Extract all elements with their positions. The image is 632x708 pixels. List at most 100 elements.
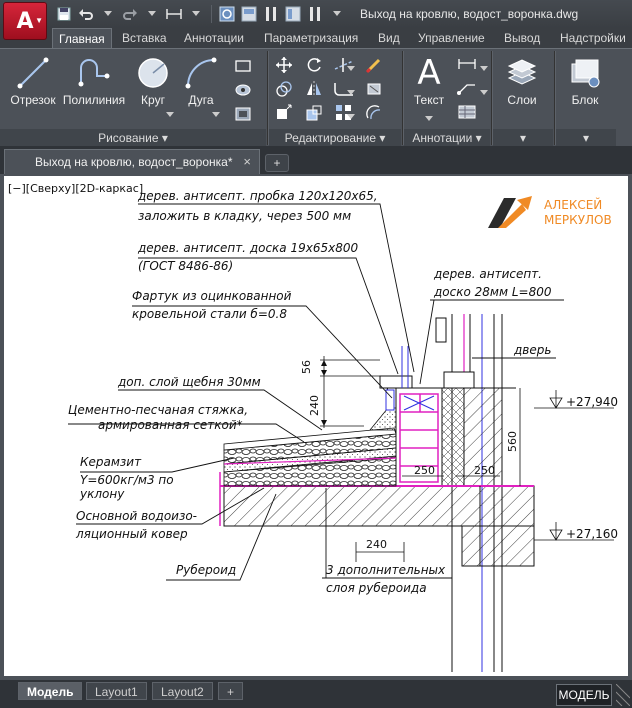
add-layout-button[interactable]: + bbox=[218, 682, 244, 700]
explode-icon[interactable] bbox=[359, 77, 389, 101]
modify-tools bbox=[269, 53, 389, 125]
pause-icon[interactable] bbox=[261, 4, 281, 24]
separator bbox=[491, 51, 492, 145]
separator bbox=[267, 51, 268, 145]
chevron-down-icon[interactable] bbox=[327, 4, 347, 24]
tab-parametric[interactable]: Параметризация bbox=[258, 28, 364, 48]
block-panel: Блок ▾ bbox=[556, 49, 616, 147]
note-door: дверь bbox=[513, 343, 551, 357]
level-lower: +27,160 bbox=[566, 527, 618, 541]
erase-icon[interactable] bbox=[359, 53, 389, 77]
note-plug-line2: заложить в кладку, через 500 мм bbox=[138, 209, 351, 223]
tab-home[interactable]: Главная bbox=[52, 28, 112, 48]
new-tab-button[interactable]: + bbox=[265, 154, 289, 172]
level-upper: +27,940 bbox=[566, 395, 618, 409]
ribbon-panel: Отрезок Полилиния Круг Дуга Рисование ▾ bbox=[0, 48, 632, 147]
dim-560: 560 bbox=[506, 431, 519, 452]
note-extra-layers-line1: 3 дополнительных bbox=[326, 563, 446, 577]
polyline-tool[interactable]: Полилиния bbox=[62, 53, 126, 107]
chevron-down-icon[interactable] bbox=[347, 59, 355, 77]
title-bar: A ▼ Выход на кровлю, водост_воронка.dwg bbox=[0, 0, 632, 40]
pause-icon[interactable] bbox=[305, 4, 325, 24]
dim-240-horizontal: 240 bbox=[366, 538, 387, 551]
layout-icon[interactable] bbox=[239, 4, 259, 24]
note-density-line1: Y=600кг/м3 по bbox=[80, 473, 174, 487]
stretch-icon[interactable] bbox=[269, 101, 299, 125]
tab-output[interactable]: Вывод bbox=[498, 28, 546, 48]
polyline-tool-label: Полилиния bbox=[62, 93, 126, 107]
note-apron-line2: кровельной стали б=0.8 bbox=[132, 307, 287, 321]
annotation-panel-title[interactable]: Аннотации ▾ bbox=[404, 129, 490, 147]
layers-tool[interactable]: Слои bbox=[493, 53, 551, 107]
tab-layout1[interactable]: Layout1 bbox=[86, 682, 147, 700]
tab-addins[interactable]: Надстройки bbox=[554, 28, 632, 48]
copy-icon[interactable] bbox=[269, 77, 299, 101]
rectangle-icon[interactable] bbox=[228, 55, 258, 77]
tab-layout2[interactable]: Layout2 bbox=[152, 682, 213, 700]
chevron-down-icon[interactable] bbox=[347, 107, 355, 125]
model-space-toggle[interactable]: МОДЕЛЬ bbox=[556, 684, 612, 706]
note-waterproof-line2: ляционный ковер bbox=[75, 527, 188, 541]
chevron-down-icon[interactable] bbox=[425, 111, 433, 125]
text-icon: A bbox=[417, 53, 441, 93]
tab-manage[interactable]: Управление bbox=[412, 28, 491, 48]
undo-icon[interactable] bbox=[76, 4, 96, 24]
note-apron-line1: Фартук из оцинкованной bbox=[132, 289, 292, 303]
text-tool[interactable]: A Текст bbox=[404, 53, 454, 121]
drawing-canvas[interactable]: [−][Сверху][2D-каркас] АЛЕКСЕЙ МЕРКУЛОВ … bbox=[0, 174, 632, 680]
layers-tool-label: Слои bbox=[507, 93, 537, 107]
line-icon bbox=[4, 53, 62, 93]
note-waterproof-line1: Основной водоизо- bbox=[76, 509, 197, 523]
move-icon[interactable] bbox=[269, 53, 299, 77]
line-tool[interactable]: Отрезок bbox=[4, 53, 62, 107]
table-icon[interactable] bbox=[454, 101, 480, 123]
chevron-down-icon[interactable] bbox=[212, 107, 220, 121]
tab-annotate[interactable]: Аннотации bbox=[178, 28, 250, 48]
application-menu-button[interactable]: A ▼ bbox=[3, 2, 47, 40]
document-tab-bar: Выход на кровлю, водост_воронка* × + bbox=[0, 146, 632, 174]
layers-panel-title[interactable]: ▾ bbox=[493, 129, 553, 147]
arc-tool[interactable]: Дуга bbox=[172, 53, 230, 117]
redo-icon[interactable] bbox=[120, 4, 140, 24]
mirror-icon[interactable] bbox=[299, 77, 329, 101]
separator bbox=[211, 5, 212, 23]
zoom-icon[interactable] bbox=[217, 4, 237, 24]
note-board-line2: (ГОСТ 8486-86) bbox=[138, 259, 233, 273]
modify-panel-title[interactable]: Редактирование ▾ bbox=[269, 129, 401, 147]
save-icon[interactable] bbox=[54, 4, 74, 24]
block-tool[interactable]: Блок bbox=[556, 53, 614, 107]
note-claydite: Керамзит bbox=[80, 455, 142, 469]
dim-56: 56 bbox=[300, 360, 313, 374]
note-extra-layers-line2: слоя рубероида bbox=[326, 581, 427, 595]
chevron-down-icon[interactable] bbox=[98, 4, 118, 24]
chevron-down-icon[interactable] bbox=[347, 83, 355, 101]
note-plug-line1: дерев. антисепт. пробка 120х120х65, bbox=[137, 189, 378, 203]
tab-model[interactable]: Модель bbox=[18, 682, 83, 700]
tab-insert[interactable]: Вставка bbox=[116, 28, 173, 48]
block-panel-title[interactable]: ▾ bbox=[556, 129, 616, 147]
chevron-down-icon[interactable] bbox=[186, 4, 206, 24]
draw-panel-title[interactable]: Рисование ▾ bbox=[0, 129, 266, 147]
grid-icon[interactable] bbox=[616, 684, 630, 706]
rotate-icon[interactable] bbox=[299, 53, 329, 77]
leader-icon[interactable] bbox=[454, 77, 480, 99]
autocad-window: A ▼ Выход на кровлю, водост_воронка.dwg … bbox=[0, 0, 632, 708]
chevron-down-icon[interactable] bbox=[480, 83, 488, 101]
close-icon[interactable]: × bbox=[243, 150, 251, 174]
annotation-panel: A Текст Аннотации ▾ bbox=[404, 49, 490, 147]
scale-icon[interactable] bbox=[299, 101, 329, 125]
window-icon[interactable] bbox=[283, 4, 303, 24]
offset-icon[interactable] bbox=[359, 101, 389, 125]
measure-icon[interactable] bbox=[164, 4, 184, 24]
chevron-down-icon[interactable] bbox=[166, 107, 174, 121]
caret-down-icon: ▼ bbox=[35, 16, 43, 25]
boundary-icon[interactable] bbox=[228, 103, 258, 125]
chevron-down-icon[interactable] bbox=[142, 4, 162, 24]
hatch-icon[interactable] bbox=[228, 79, 258, 101]
tab-view[interactable]: Вид bbox=[372, 28, 406, 48]
arc-icon bbox=[172, 53, 230, 93]
dim-250-column: 250 bbox=[474, 464, 495, 477]
dimension-icon[interactable] bbox=[454, 53, 480, 75]
chevron-down-icon[interactable] bbox=[480, 59, 488, 77]
document-tab[interactable]: Выход на кровлю, водост_воронка* × bbox=[4, 149, 260, 174]
